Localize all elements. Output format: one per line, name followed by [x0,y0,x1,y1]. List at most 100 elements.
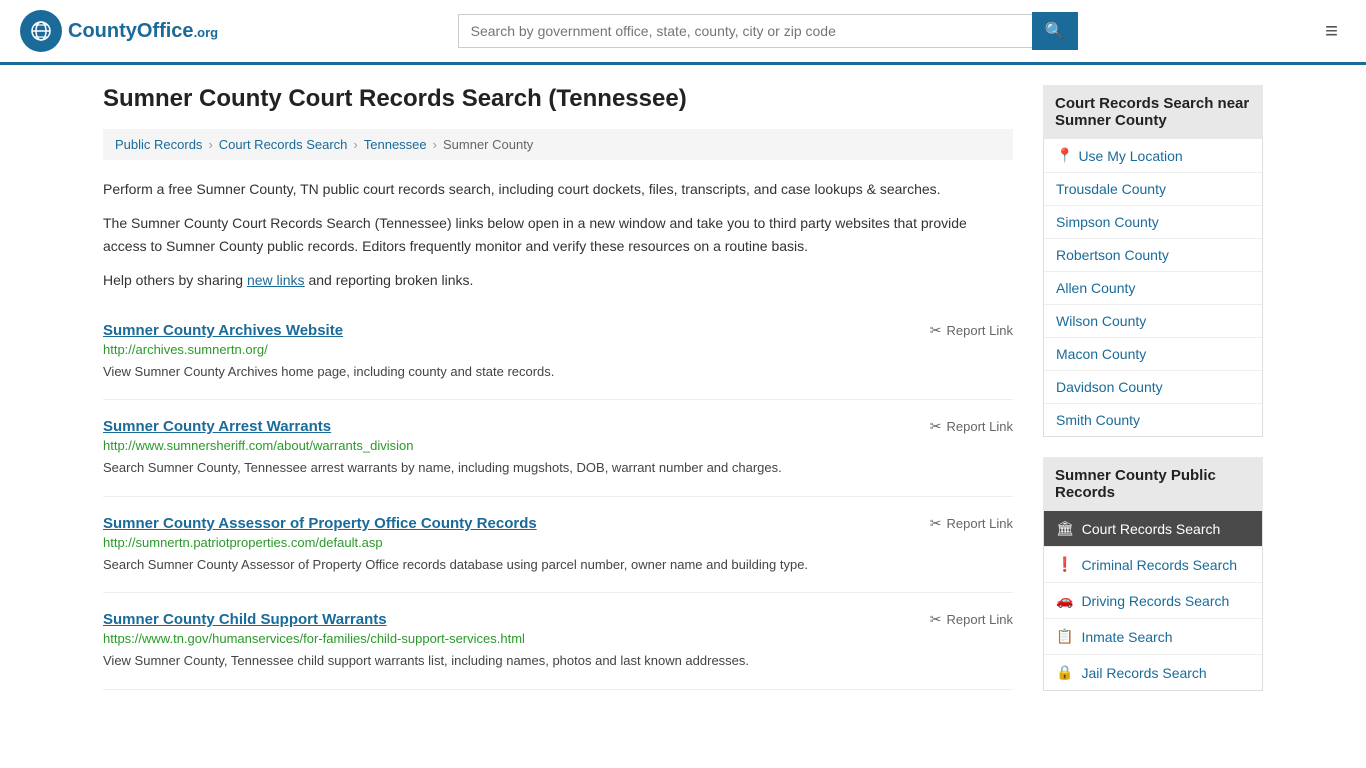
breadcrumb-public-records[interactable]: Public Records [115,137,202,152]
nav-item-driving-records[interactable]: 🚗 Driving Records Search [1044,583,1262,619]
report-link-label-4: Report Link [947,612,1013,627]
result-item-1: Sumner County Archives Website ✂ Report … [103,304,1013,401]
result-item-2: Sumner County Arrest Warrants ✂ Report L… [103,400,1013,497]
sidebar-item-davidson[interactable]: Davidson County [1044,371,1262,404]
description-para3-prefix: Help others by sharing [103,272,247,288]
report-icon-3: ✂ [930,515,942,532]
sidebar-item-use-location[interactable]: 📍 Use My Location [1044,139,1262,173]
jail-records-label: Jail Records Search [1081,665,1206,681]
nav-item-criminal-records[interactable]: ❗ Criminal Records Search [1044,547,1262,583]
breadcrumb-sumner-county: Sumner County [443,137,533,152]
inmate-search-label: Inmate Search [1081,629,1172,645]
court-records-link[interactable]: 🏛 Court Records Search [1044,511,1262,546]
driving-records-link[interactable]: 🚗 Driving Records Search [1044,583,1262,618]
public-records-nav: 🏛 Court Records Search ❗ Criminal Record… [1043,511,1263,691]
logo-text: CountyOffice.org [68,20,218,43]
nearby-links-list: 📍 Use My Location Trousdale County Simps… [1043,139,1263,437]
search-input[interactable] [458,14,1032,48]
page-title: Sumner County Court Records Search (Tenn… [103,85,1013,113]
description-para3-suffix: and reporting broken links. [305,272,474,288]
wilson-link[interactable]: Wilson County [1044,305,1262,337]
main-container: Sumner County Court Records Search (Tenn… [83,65,1283,711]
sidebar-item-allen[interactable]: Allen County [1044,272,1262,305]
report-link-label-2: Report Link [947,419,1013,434]
trousdale-link[interactable]: Trousdale County [1044,173,1262,205]
result-item-4: Sumner County Child Support Warrants ✂ R… [103,593,1013,690]
breadcrumb-sep-3: › [433,137,437,152]
result-title-1[interactable]: Sumner County Archives Website [103,322,343,339]
menu-button[interactable]: ≡ [1317,14,1346,48]
breadcrumb-sep-1: › [208,137,212,152]
inmate-search-link[interactable]: 📋 Inmate Search [1044,619,1262,654]
driving-records-label: Driving Records Search [1081,593,1229,609]
nav-item-jail-records[interactable]: 🔒 Jail Records Search [1044,655,1262,690]
result-url-2[interactable]: http://www.sumnersheriff.com/about/warra… [103,438,1013,453]
description-para1: Perform a free Sumner County, TN public … [103,178,1013,200]
report-link-btn-4[interactable]: ✂ Report Link [930,611,1013,628]
report-link-btn-1[interactable]: ✂ Report Link [930,322,1013,339]
report-link-btn-3[interactable]: ✂ Report Link [930,515,1013,532]
inmate-search-icon: 📋 [1056,628,1073,645]
sidebar-item-simpson[interactable]: Simpson County [1044,206,1262,239]
criminal-records-link[interactable]: ❗ Criminal Records Search [1044,547,1262,582]
result-item-3: Sumner County Assessor of Property Offic… [103,497,1013,594]
sidebar-item-trousdale[interactable]: Trousdale County [1044,173,1262,206]
robertson-link[interactable]: Robertson County [1044,239,1262,271]
criminal-records-icon: ❗ [1056,556,1073,573]
jail-records-icon: 🔒 [1056,664,1073,681]
result-title-4[interactable]: Sumner County Child Support Warrants [103,611,387,628]
content-area: Sumner County Court Records Search (Tenn… [103,85,1013,691]
header: CountyOffice.org 🔍 ≡ [0,0,1366,65]
court-records-icon: 🏛 [1056,520,1074,537]
logo-area: CountyOffice.org [20,10,218,52]
use-location-link[interactable]: 📍 Use My Location [1044,139,1262,172]
use-location-inner: 📍 Use My Location [1056,147,1250,164]
search-button[interactable]: 🔍 [1032,12,1078,50]
description-para3: Help others by sharing new links and rep… [103,269,1013,291]
smith-link[interactable]: Smith County [1044,404,1262,436]
public-records-section-title: Sumner County Public Records [1043,457,1263,511]
report-link-btn-2[interactable]: ✂ Report Link [930,418,1013,435]
result-title-2[interactable]: Sumner County Arrest Warrants [103,418,331,435]
result-header-4: Sumner County Child Support Warrants ✂ R… [103,611,1013,628]
sidebar-item-robertson[interactable]: Robertson County [1044,239,1262,272]
breadcrumb-sep-2: › [353,137,357,152]
result-url-3[interactable]: http://sumnertn.patriotproperties.com/de… [103,535,1013,550]
report-icon-1: ✂ [930,322,942,339]
macon-link[interactable]: Macon County [1044,338,1262,370]
court-records-label: Court Records Search [1082,521,1221,537]
nav-item-inmate-search[interactable]: 📋 Inmate Search [1044,619,1262,655]
driving-records-icon: 🚗 [1056,592,1073,609]
breadcrumb: Public Records › Court Records Search › … [103,129,1013,160]
logo-icon [20,10,62,52]
result-desc-2: Search Sumner County, Tennessee arrest w… [103,458,1013,478]
sidebar-item-macon[interactable]: Macon County [1044,338,1262,371]
report-link-label-3: Report Link [947,516,1013,531]
result-title-3[interactable]: Sumner County Assessor of Property Offic… [103,515,537,532]
report-icon-4: ✂ [930,611,942,628]
simpson-link[interactable]: Simpson County [1044,206,1262,238]
description-para2: The Sumner County Court Records Search (… [103,212,1013,257]
result-desc-1: View Sumner County Archives home page, i… [103,362,1013,382]
nearby-section-title: Court Records Search near Sumner County [1043,85,1263,139]
result-url-1[interactable]: http://archives.sumnertn.org/ [103,342,1013,357]
breadcrumb-court-records[interactable]: Court Records Search [219,137,348,152]
result-url-4[interactable]: https://www.tn.gov/humanservices/for-fam… [103,631,1013,646]
result-header-1: Sumner County Archives Website ✂ Report … [103,322,1013,339]
new-links-link[interactable]: new links [247,272,305,288]
report-icon-2: ✂ [930,418,942,435]
nav-item-court-records[interactable]: 🏛 Court Records Search [1044,511,1262,547]
davidson-link[interactable]: Davidson County [1044,371,1262,403]
jail-records-link[interactable]: 🔒 Jail Records Search [1044,655,1262,690]
allen-link[interactable]: Allen County [1044,272,1262,304]
location-pin-icon: 📍 [1056,147,1073,164]
result-header-3: Sumner County Assessor of Property Offic… [103,515,1013,532]
result-header-2: Sumner County Arrest Warrants ✂ Report L… [103,418,1013,435]
sidebar: Court Records Search near Sumner County … [1043,85,1263,691]
sidebar-item-wilson[interactable]: Wilson County [1044,305,1262,338]
search-area: 🔍 [458,12,1078,50]
breadcrumb-tennessee[interactable]: Tennessee [364,137,427,152]
sidebar-item-smith[interactable]: Smith County [1044,404,1262,436]
report-link-label-1: Report Link [947,323,1013,338]
use-location-label: Use My Location [1078,148,1182,164]
